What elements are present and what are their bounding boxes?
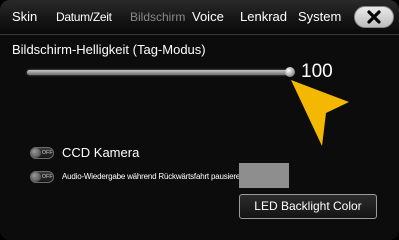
- brightness-slider-fill: [27, 70, 289, 75]
- tab-skin[interactable]: Skin: [12, 9, 37, 25]
- tab-datum-zeit[interactable]: Datum/Zeit: [56, 9, 112, 25]
- pointer-arrow-icon: [291, 80, 349, 146]
- brightness-title: Bildschirm-Helligkeit (Tag-Modus): [12, 42, 206, 57]
- brightness-slider-handle[interactable]: [285, 67, 295, 77]
- brightness-slider[interactable]: [27, 70, 289, 75]
- ccd-camera-label: CCD Kamera: [62, 145, 140, 160]
- close-icon: [367, 10, 381, 24]
- led-backlight-color-button[interactable]: LED Backlight Color: [239, 194, 377, 219]
- toggle-knob: [31, 148, 41, 158]
- ccd-camera-toggle[interactable]: OFF: [30, 147, 54, 159]
- toggle-state-text: OFF: [42, 150, 53, 156]
- tab-voice[interactable]: Voice: [192, 9, 224, 25]
- audio-pause-toggle[interactable]: OFF: [30, 171, 54, 183]
- toggle-knob: [31, 172, 41, 182]
- settings-screen: Skin Datum/Zeit Bildschirm Voice Lenkrad…: [0, 0, 399, 240]
- tab-system[interactable]: System: [298, 9, 341, 25]
- toggle-state-text: OFF: [42, 174, 53, 180]
- audio-pause-label: Audio-Wiedergabe während Rückwärtsfahrt …: [62, 172, 245, 181]
- color-swatch: [239, 163, 289, 188]
- tab-lenkrad[interactable]: Lenkrad: [240, 9, 287, 25]
- tab-bildschirm[interactable]: Bildschirm: [130, 9, 185, 25]
- tab-bar: Skin Datum/Zeit Bildschirm Voice Lenkrad…: [0, 0, 399, 35]
- close-button[interactable]: [354, 6, 394, 28]
